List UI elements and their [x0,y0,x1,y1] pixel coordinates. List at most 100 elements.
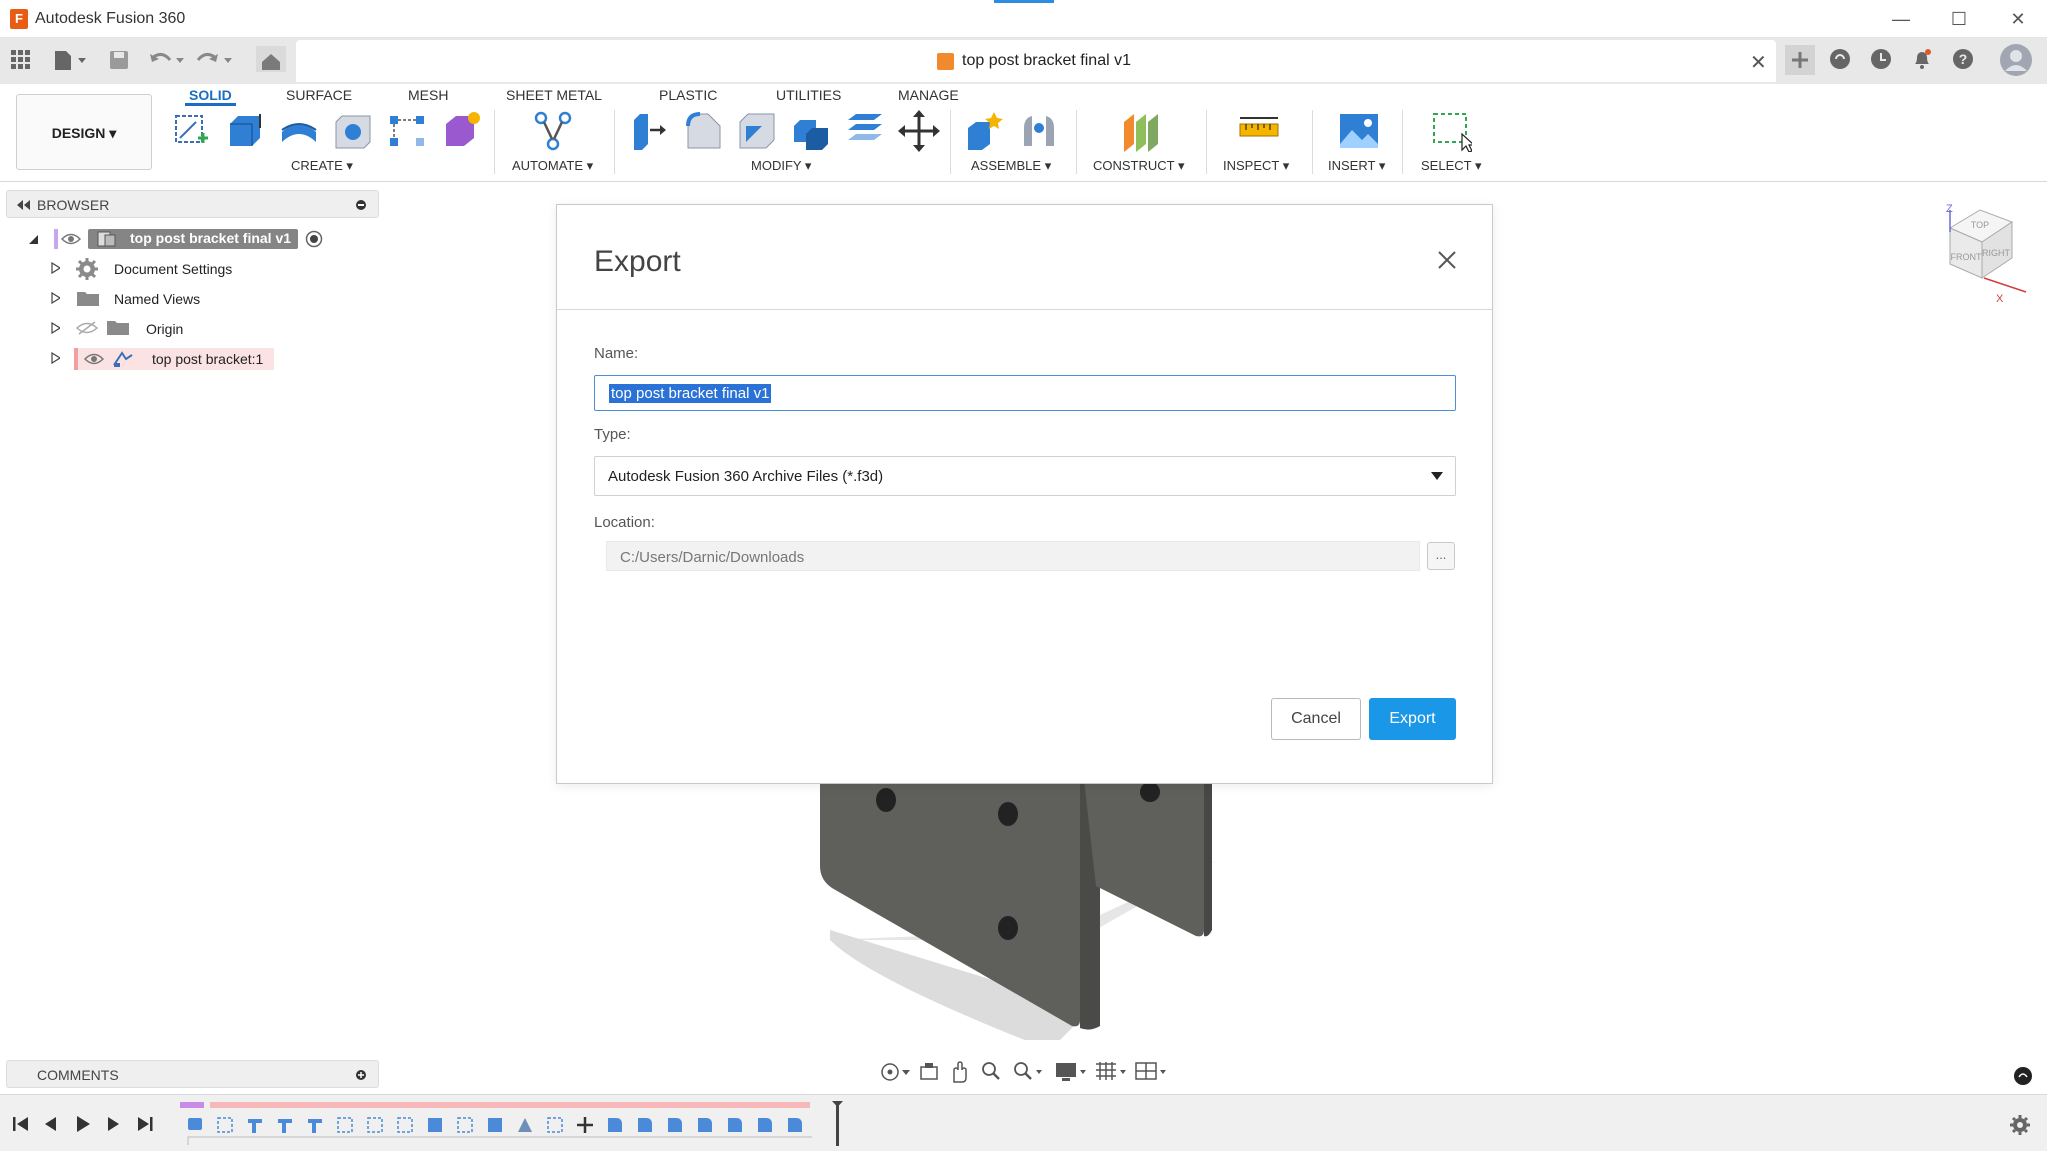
offset-faces-icon[interactable] [844,110,886,152]
tree-item-named-views[interactable]: Named Views [114,291,200,317]
revolve-icon[interactable] [278,110,320,152]
undo-icon[interactable] [148,48,184,74]
document-tab[interactable]: top post bracket final v1 ✕ [296,40,1776,82]
tree-item-origin[interactable]: Origin [146,321,183,347]
new-tab-icon[interactable] [1785,45,1815,75]
orbit-icon[interactable] [880,1061,912,1083]
maximize-button[interactable]: ☐ [1936,6,1982,32]
collapse-panel-icon[interactable] [15,200,31,210]
pattern-icon[interactable] [386,110,428,152]
close-window-button[interactable]: ✕ [1995,6,2041,32]
fillet-icon[interactable] [682,110,724,152]
expand-arrow-icon[interactable] [50,322,60,334]
step-back-icon[interactable] [42,1115,60,1133]
viewports-icon[interactable] [1134,1060,1168,1084]
press-pull-icon[interactable] [628,110,670,152]
user-avatar-icon[interactable] [1999,43,2033,77]
timeline-feature-track[interactable] [180,1101,850,1149]
visibility-eye-icon[interactable] [84,352,104,366]
workspace-switcher-button[interactable]: DESIGN ▾ [16,94,152,170]
redo-icon[interactable] [196,48,232,74]
zoom-window-icon[interactable] [1012,1060,1044,1084]
extrude-icon[interactable] [224,110,266,152]
cancel-button[interactable]: Cancel [1271,698,1361,740]
browse-location-button[interactable]: ... [1427,542,1455,570]
measure-icon[interactable] [1238,110,1280,152]
viewcube-front-label[interactable]: FRONT [1951,252,1982,262]
viewcube-top-label[interactable]: TOP [1971,220,1989,230]
tab-mesh[interactable]: MESH [404,84,452,106]
feedback-icon[interactable] [2013,1066,2033,1086]
extensions-icon[interactable] [1828,47,1852,71]
look-at-icon[interactable] [918,1061,940,1083]
home-icon[interactable] [256,46,286,72]
save-icon[interactable] [108,48,130,74]
step-forward-icon[interactable] [104,1115,122,1133]
insert-canvas-icon[interactable] [1338,110,1380,152]
job-status-icon[interactable] [1869,47,1893,71]
grid-settings-icon[interactable] [1094,1060,1128,1084]
timeline-settings-gear-icon[interactable] [2010,1115,2030,1135]
display-settings-icon[interactable] [1054,1060,1088,1084]
go-to-end-icon[interactable] [136,1115,154,1133]
zoom-icon[interactable] [980,1060,1002,1084]
select-group-label[interactable]: SELECT ▾ [1421,158,1481,174]
ribbon-divider [1402,110,1403,174]
export-type-select[interactable]: Autodesk Fusion 360 Archive Files (*.f3d… [594,456,1456,496]
move-copy-icon[interactable] [898,110,940,152]
expand-arrow-icon[interactable] [50,262,60,274]
browser-options-icon[interactable] [355,199,367,211]
browser-root-item[interactable]: top post bracket final v1 [88,229,298,249]
ribbon-divider [1312,110,1313,174]
browser-panel-header[interactable]: BROWSER [6,190,379,218]
create-group-label[interactable]: CREATE ▾ [291,158,353,174]
hidden-eye-icon[interactable] [76,321,98,335]
tab-surface[interactable]: SURFACE [282,84,356,106]
view-cube[interactable]: TOP FRONT RIGHT Z X [1932,200,2032,306]
modify-group-label[interactable]: MODIFY ▾ [751,158,811,174]
tab-sheet-metal[interactable]: SHEET METAL [502,84,606,106]
play-icon[interactable] [74,1115,92,1133]
joint-icon[interactable] [1018,110,1060,152]
file-menu-icon[interactable] [52,48,88,74]
automate-group-label[interactable]: AUTOMATE ▾ [512,158,593,174]
active-radio-icon[interactable] [305,230,323,248]
go-to-start-icon[interactable] [12,1115,30,1133]
export-name-input[interactable]: top post bracket final v1 [594,375,1456,411]
comments-panel-header[interactable]: COMMENTS [6,1060,379,1088]
tree-item-document-settings[interactable]: Document Settings [114,261,232,287]
tab-utilities[interactable]: UTILITIES [772,84,845,106]
new-component-icon[interactable] [964,110,1006,152]
assemble-group-label[interactable]: ASSEMBLE ▾ [971,158,1051,174]
expand-arrow-icon[interactable] [50,292,60,304]
add-comment-icon[interactable] [355,1069,367,1081]
app-grid-icon[interactable] [10,49,32,75]
tab-manage[interactable]: MANAGE [894,84,963,106]
bracket-model-viewport[interactable] [820,780,1240,1040]
export-button[interactable]: Export [1369,698,1456,740]
combine-icon[interactable] [790,110,832,152]
pan-hand-icon[interactable] [948,1060,970,1084]
offset-plane-icon[interactable] [1120,110,1162,152]
notifications-bell-icon[interactable] [1910,47,1934,71]
expand-arrow-icon[interactable] [50,352,60,364]
tab-plastic[interactable]: PLASTIC [655,84,721,106]
tree-item-component[interactable]: top post bracket:1 [152,351,263,377]
insert-group-label[interactable]: INSERT ▾ [1328,158,1385,174]
shell-icon[interactable] [736,110,778,152]
automate-icon[interactable] [533,110,575,152]
expand-collapse-icon[interactable] [28,233,38,245]
tab-solid[interactable]: SOLID [185,84,236,106]
create-sketch-icon[interactable] [170,110,212,152]
minimize-button[interactable]: — [1878,6,1924,32]
inspect-group-label[interactable]: INSPECT ▾ [1223,158,1289,174]
close-icon[interactable] [1434,247,1460,273]
construct-group-label[interactable]: CONSTRUCT ▾ [1093,158,1185,174]
visibility-eye-icon[interactable] [61,232,81,246]
close-tab-icon[interactable]: ✕ [1750,50,1767,75]
help-icon[interactable]: ? [1951,47,1975,71]
select-box-icon[interactable] [1430,110,1472,152]
hole-icon[interactable] [332,110,374,152]
create-form-icon[interactable] [440,110,482,152]
viewcube-right-label[interactable]: RIGHT [1982,248,2011,258]
